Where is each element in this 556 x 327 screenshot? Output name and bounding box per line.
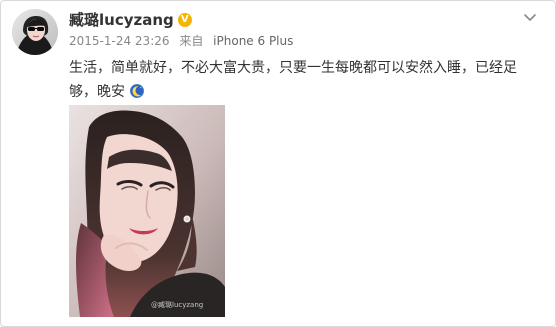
meta-separator <box>206 34 210 48</box>
post-header: 臧璐lucyzang V 2015-1-24 23:26 来自 iPhone 6… <box>69 9 499 49</box>
photo-watermark: @臧璐lucyzang <box>151 301 204 309</box>
post-meta: 2015-1-24 23:26 来自 iPhone 6 Plus <box>69 33 499 49</box>
verified-badge-icon: V <box>177 13 192 27</box>
avatar[interactable] <box>12 9 58 55</box>
moon-emoji-icon <box>129 83 145 99</box>
post-photo[interactable]: @臧璐lucyzang <box>69 105 225 317</box>
meta-separator <box>173 34 177 48</box>
username-link[interactable]: 臧璐lucyzang <box>69 9 174 31</box>
source-prefix: 来自 <box>179 34 204 48</box>
name-row: 臧璐lucyzang V <box>69 9 499 31</box>
chevron-down-icon[interactable] <box>522 9 538 25</box>
weibo-post-card: 臧璐lucyzang V 2015-1-24 23:26 来自 iPhone 6… <box>0 0 556 327</box>
source-device-link[interactable]: iPhone 6 Plus <box>213 34 293 48</box>
post-timestamp-link[interactable]: 2015-1-24 23:26 <box>69 34 170 48</box>
post-text: 生活，简单就好，不必大富大贵，只要一生每晚都可以安然入睡，已经足够，晚安 <box>69 56 539 104</box>
